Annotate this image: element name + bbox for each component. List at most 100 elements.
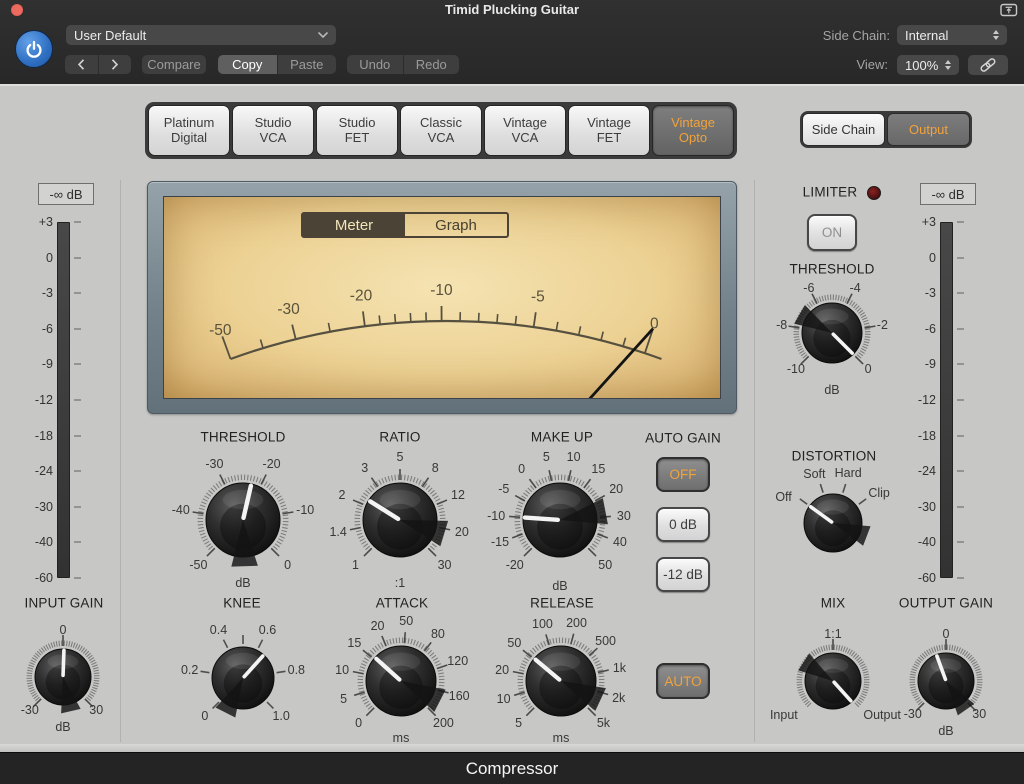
meter-scale-tick xyxy=(957,363,964,366)
undo-button[interactable]: Undo xyxy=(347,55,403,74)
meter-scale-tick xyxy=(74,256,81,259)
meter-scale-tick xyxy=(74,292,81,295)
meter-scale-label: -18 xyxy=(34,428,53,443)
knob-pointer xyxy=(522,515,561,523)
view-zoom-value: 100% xyxy=(905,57,939,73)
preset-select[interactable]: User Default xyxy=(66,25,336,45)
chevron-left-icon xyxy=(77,59,84,70)
side-chain-label: Side Chain: xyxy=(822,28,890,43)
redo-button[interactable]: Redo xyxy=(402,55,460,74)
input-level-meter: +3 0 -3 -6 -9 -12 -18 -24 -30 -40 -60 xyxy=(14,214,99,586)
compressor-plugin-window: Timid Plucking Guitar User Default Compa… xyxy=(0,0,1024,784)
meter-scale-tick xyxy=(74,399,81,401)
meter-scale-tick xyxy=(957,541,964,544)
routing-toggle: Side Chain Output xyxy=(800,111,972,148)
previous-preset-button[interactable] xyxy=(65,55,98,74)
model-button-classic-vca[interactable]: Classic VCA xyxy=(400,105,482,156)
chevron-right-icon xyxy=(112,59,119,70)
right-peak-value: -∞ dB xyxy=(931,186,965,202)
limiter-on-button[interactable]: ON xyxy=(807,214,857,251)
input-gain-label: INPUT GAIN xyxy=(24,595,104,611)
meter-scale-tick xyxy=(74,470,81,473)
model-button-studio-vca[interactable]: Studio VCA xyxy=(232,105,314,156)
vu-tab-graph[interactable]: Graph xyxy=(405,214,507,236)
meter-scale-label: 0 xyxy=(46,250,53,265)
side-chain-value: Internal xyxy=(905,27,949,43)
output-gain-label: OUTPUT GAIN xyxy=(898,595,994,611)
meter-scale-tick xyxy=(74,541,81,544)
paste-button[interactable]: Paste xyxy=(276,55,337,74)
meter-scale-tick xyxy=(74,434,81,437)
vu-display-tabs: Meter Graph xyxy=(301,212,509,238)
routing-button-output[interactable]: Output xyxy=(887,113,970,146)
power-button[interactable] xyxy=(15,30,53,68)
meter-scale-tick xyxy=(957,470,964,473)
auto-release-button[interactable]: AUTO xyxy=(656,663,710,699)
vu-scale-label: -20 xyxy=(350,287,373,304)
compare-button[interactable]: Compare xyxy=(142,55,206,74)
meter-scale-tick xyxy=(957,577,964,579)
left-peak-value: -∞ dB xyxy=(49,186,83,202)
vu-scale-label: -50 xyxy=(209,322,232,339)
distortion-knob[interactable]: Off Soft Hard Clip xyxy=(763,453,903,593)
ratio-knob[interactable]: 1 1.4 2 3 5 8 12 20 30:1 xyxy=(318,438,482,602)
meter-scale-tick xyxy=(957,221,964,223)
makeup-knob[interactable]: -20 -15 -10 -5 0 5 10 15 20 30 40 50 dB xyxy=(478,438,642,602)
meter-scale-label: 0 xyxy=(929,250,936,265)
model-selector: Platinum Digital Studio VCA Studio FET Classic… xyxy=(145,102,737,159)
auto-gain-options: OFF 0 dB -12 dB xyxy=(656,457,710,607)
led-icon xyxy=(867,186,881,200)
view-zoom-select[interactable]: 100% xyxy=(897,55,959,75)
threshold-knob[interactable]: -50 -40 -30 -20 -10 0 dB xyxy=(161,438,325,602)
model-button-vintage-opto[interactable]: Vintage Opto xyxy=(652,105,734,156)
meter-scale-label: -9 xyxy=(41,357,53,372)
routing-button-side-chain[interactable]: Side Chain xyxy=(802,113,885,146)
auto-gain-option-off[interactable]: OFF xyxy=(656,457,710,492)
auto-gain-option--12db[interactable]: -12 dB xyxy=(656,557,710,592)
meter-scale-tick xyxy=(74,363,81,366)
vu-tab-meter[interactable]: Meter xyxy=(303,214,405,236)
meter-scale-label: -24 xyxy=(34,464,53,479)
vu-scale-label: -5 xyxy=(531,288,545,305)
vu-meter-display: -50 -30 -20 -10 -5 0 Meter Graph xyxy=(163,196,721,399)
meter-scale-label: +3 xyxy=(921,215,936,229)
meter-scale-label: -40 xyxy=(34,535,53,550)
right-peak-readout[interactable]: -∞ dB xyxy=(920,183,976,205)
input-gain-knob[interactable]: 0 -30 30 dB xyxy=(0,612,128,742)
meter-scale-label: -6 xyxy=(41,321,53,336)
meter-scale-tick xyxy=(957,292,964,295)
power-icon xyxy=(26,40,42,58)
undo-redo-group: Undo Redo xyxy=(347,55,459,74)
meter-scale-tick xyxy=(957,434,964,437)
panel-top-highlight xyxy=(0,84,1024,86)
preset-nav-group xyxy=(65,55,131,74)
side-chain-select[interactable]: Internal xyxy=(897,25,1007,45)
output-meter-bar xyxy=(940,222,953,578)
model-button-vintage-vca[interactable]: Vintage VCA xyxy=(484,105,566,156)
meter-scale-label: -3 xyxy=(924,286,936,301)
output-gain-knob[interactable]: 0 -30 30 dB xyxy=(881,616,1011,746)
stepper-icon xyxy=(945,60,951,70)
preset-value: User Default xyxy=(74,27,147,43)
next-preset-button[interactable] xyxy=(97,55,132,74)
auto-gain-option-0db[interactable]: 0 dB xyxy=(656,507,710,542)
limiter-label: LIMITER xyxy=(802,184,858,200)
model-button-platinum-digital[interactable]: Platinum Digital xyxy=(148,105,230,156)
limiter-threshold-knob[interactable]: -6 -4 -8 -2 -10 0 dB xyxy=(764,265,900,401)
link-icon xyxy=(980,58,996,72)
meter-scale-tick xyxy=(957,256,964,259)
copy-button[interactable]: Copy xyxy=(218,55,277,74)
release-knob[interactable]: 5 10 20 50 100 200 500 1k 2k 5k ms xyxy=(479,599,643,763)
knob-pointer xyxy=(61,648,66,678)
compare-label: Compare xyxy=(147,57,201,72)
link-button[interactable] xyxy=(968,55,1008,75)
model-button-studio-fet[interactable]: Studio FET xyxy=(316,105,398,156)
attack-knob[interactable]: 0 5 10 15 20 50 80 120 160 200 ms xyxy=(319,599,483,763)
model-button-vintage-fet[interactable]: Vintage FET xyxy=(568,105,650,156)
stepper-icon xyxy=(993,30,999,40)
left-peak-readout[interactable]: -∞ dB xyxy=(38,183,94,205)
limiter-on-label: ON xyxy=(821,225,843,240)
divider xyxy=(754,180,755,742)
window-upload-icon[interactable] xyxy=(1000,3,1018,22)
knee-knob[interactable]: 0 0.2 0.4 0.6 0.8 1.0 xyxy=(168,603,318,753)
